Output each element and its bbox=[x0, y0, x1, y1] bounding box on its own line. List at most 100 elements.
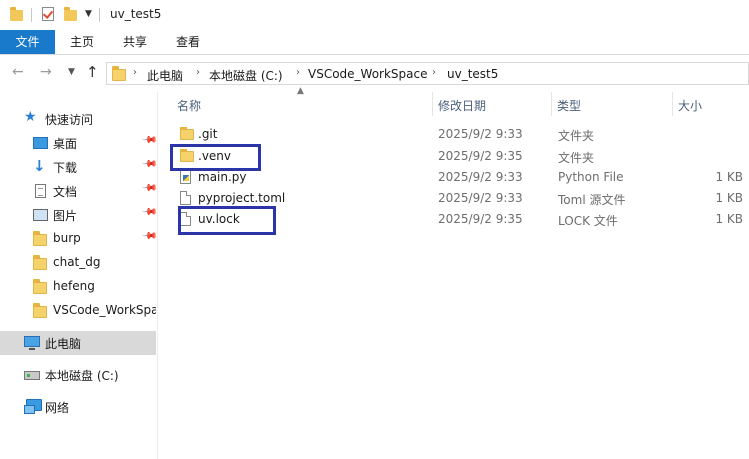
picture-icon bbox=[33, 209, 48, 221]
recent-locations-chevron-icon[interactable]: ▼ bbox=[68, 67, 75, 77]
file-size: 1 KB bbox=[715, 170, 743, 184]
folder-icon bbox=[33, 303, 47, 318]
tab-view[interactable]: 查看 bbox=[163, 30, 213, 54]
sidebar-item-vscode-workspace[interactable]: VSCode_WorkSpa bbox=[0, 299, 156, 323]
sidebar-item-burp[interactable]: burp 📌 bbox=[0, 227, 158, 251]
file-size: 1 KB bbox=[715, 191, 743, 205]
sidebar-item-label: 本地磁盘 (C:) bbox=[45, 369, 119, 383]
sidebar-item-downloads[interactable]: ↓ 下载 📌 bbox=[0, 155, 158, 179]
sidebar-item-label: 此电脑 bbox=[45, 337, 82, 351]
tab-share[interactable]: 共享 bbox=[110, 30, 160, 54]
pin-icon[interactable]: 📌 bbox=[141, 156, 158, 173]
sidebar-item-label: 桌面 bbox=[53, 137, 78, 151]
sidebar-item-label: 快速访问 bbox=[45, 113, 94, 127]
document-icon bbox=[35, 184, 46, 198]
sort-ascending-icon: ▲ bbox=[297, 86, 304, 96]
sidebar-item-label: burp bbox=[53, 231, 81, 245]
sidebar-item-label: 文档 bbox=[53, 185, 78, 199]
folder-icon bbox=[33, 279, 47, 294]
download-arrow-icon: ↓ bbox=[33, 157, 46, 175]
sidebar-item-label: 网络 bbox=[45, 401, 70, 415]
sidebar-item-local-disk[interactable]: 本地磁盘 (C:) bbox=[0, 363, 156, 387]
file-name: main.py bbox=[198, 170, 247, 184]
drive-icon bbox=[24, 371, 40, 380]
breadcrumb-this-pc[interactable]: 此电脑 bbox=[147, 67, 183, 84]
file-modified: 2025/9/2 9:33 bbox=[438, 191, 523, 205]
table-row[interactable]: .git 2025/9/2 9:33 文件夹 bbox=[176, 124, 749, 145]
pin-icon[interactable]: 📌 bbox=[141, 204, 158, 221]
file-icon bbox=[180, 191, 191, 205]
sidebar-item-label: VSCode_WorkSpa bbox=[53, 303, 156, 317]
new-folder-icon[interactable] bbox=[64, 7, 77, 21]
folder-icon bbox=[180, 127, 194, 140]
star-icon: ★ bbox=[24, 109, 37, 125]
sidebar-item-documents[interactable]: 文档 📌 bbox=[0, 179, 158, 203]
file-type: 文件夹 bbox=[558, 151, 595, 165]
back-arrow-icon[interactable]: ← bbox=[12, 64, 24, 80]
sidebar-item-pictures[interactable]: 图片 📌 bbox=[0, 203, 158, 227]
column-divider[interactable] bbox=[432, 92, 433, 116]
tab-file[interactable]: 文件 bbox=[0, 30, 55, 54]
navigation-pane: ★ 快速访问 桌面 📌 ↓ 下载 📌 文档 📌 图片 📌 burp 📌 chat… bbox=[0, 92, 158, 459]
window-title: uv_test5 bbox=[110, 7, 162, 21]
column-header-name[interactable]: 名称 bbox=[177, 97, 201, 114]
folder-icon bbox=[33, 231, 47, 246]
sidebar-item-chat-dg[interactable]: chat_dg bbox=[0, 251, 156, 275]
highlight-box-uv-lock bbox=[178, 206, 276, 235]
column-divider[interactable] bbox=[551, 92, 552, 116]
pin-icon[interactable]: 📌 bbox=[141, 132, 158, 149]
sidebar-item-desktop[interactable]: 桌面 📌 bbox=[0, 131, 158, 155]
file-modified: 2025/9/2 9:35 bbox=[438, 212, 523, 226]
sidebar-item-this-pc[interactable]: 此电脑 bbox=[0, 331, 156, 355]
file-list: ▲ 名称 修改日期 类型 大小 .git 2025/9/2 9:33 文件夹 .… bbox=[158, 86, 749, 459]
pin-icon[interactable]: 📌 bbox=[141, 180, 158, 197]
title-bar: ▼ uv_test5 bbox=[0, 0, 749, 30]
sidebar-item-hefeng[interactable]: hefeng bbox=[0, 275, 156, 299]
pin-icon[interactable]: 📌 bbox=[141, 228, 158, 245]
file-type: LOCK 文件 bbox=[558, 214, 618, 228]
file-modified: 2025/9/2 9:35 bbox=[438, 149, 523, 163]
breadcrumb-local-disk[interactable]: 本地磁盘 (C:) bbox=[209, 67, 283, 84]
highlight-box-venv bbox=[170, 144, 261, 171]
column-header-type[interactable]: 类型 bbox=[557, 97, 581, 114]
file-type: Python File bbox=[558, 170, 624, 184]
table-row[interactable]: .venv 2025/9/2 9:35 文件夹 bbox=[176, 146, 749, 167]
folder-icon bbox=[33, 255, 47, 270]
ribbon: 文件 主页 共享 查看 bbox=[0, 30, 749, 55]
divider bbox=[99, 8, 100, 22]
column-header-size[interactable]: 大小 bbox=[678, 97, 702, 114]
file-modified: 2025/9/2 9:33 bbox=[438, 170, 523, 184]
sidebar-item-label: chat_dg bbox=[53, 255, 101, 269]
sidebar-item-label: hefeng bbox=[53, 279, 95, 293]
file-modified: 2025/9/2 9:33 bbox=[438, 127, 523, 141]
computer-icon bbox=[24, 336, 40, 350]
folder-icon bbox=[10, 7, 23, 21]
file-name: .git bbox=[198, 127, 218, 141]
up-arrow-icon[interactable]: ↑ bbox=[86, 63, 99, 81]
table-row[interactable]: main.py 2025/9/2 9:33 Python File 1 KB bbox=[176, 167, 749, 188]
forward-arrow-icon[interactable]: → bbox=[40, 64, 52, 80]
address-bar[interactable]: › 此电脑 › 本地磁盘 (C:) › VSCode_WorkSpace › u… bbox=[106, 62, 749, 85]
folder-icon bbox=[112, 66, 126, 81]
properties-icon[interactable] bbox=[42, 7, 54, 21]
column-divider[interactable] bbox=[672, 92, 673, 116]
column-header-modified[interactable]: 修改日期 bbox=[438, 97, 486, 114]
python-file-icon bbox=[180, 170, 191, 184]
file-size: 1 KB bbox=[715, 212, 743, 226]
chevron-right-icon[interactable]: › bbox=[432, 67, 436, 78]
network-icon bbox=[24, 399, 42, 414]
chevron-right-icon[interactable]: › bbox=[196, 67, 200, 78]
sidebar-item-network[interactable]: 网络 bbox=[0, 395, 156, 419]
navigation-bar: ← → ▼ ↑ › 此电脑 › 本地磁盘 (C:) › VSCode_WorkS… bbox=[0, 60, 749, 88]
sidebar-item-label: 图片 bbox=[53, 209, 78, 223]
tab-home[interactable]: 主页 bbox=[57, 30, 107, 54]
desktop-icon bbox=[33, 137, 48, 149]
sidebar-item-quick-access[interactable]: ★ 快速访问 bbox=[0, 107, 156, 131]
chevron-right-icon[interactable]: › bbox=[133, 67, 137, 78]
sidebar-item-label: 下载 bbox=[53, 161, 78, 175]
divider bbox=[31, 8, 32, 22]
breadcrumb-vscode-workspace[interactable]: VSCode_WorkSpace bbox=[308, 67, 428, 81]
chevron-right-icon[interactable]: › bbox=[296, 67, 300, 78]
breadcrumb-uv-test5[interactable]: uv_test5 bbox=[447, 67, 498, 81]
customize-toolbar-dropdown-icon[interactable]: ▼ bbox=[85, 9, 92, 19]
